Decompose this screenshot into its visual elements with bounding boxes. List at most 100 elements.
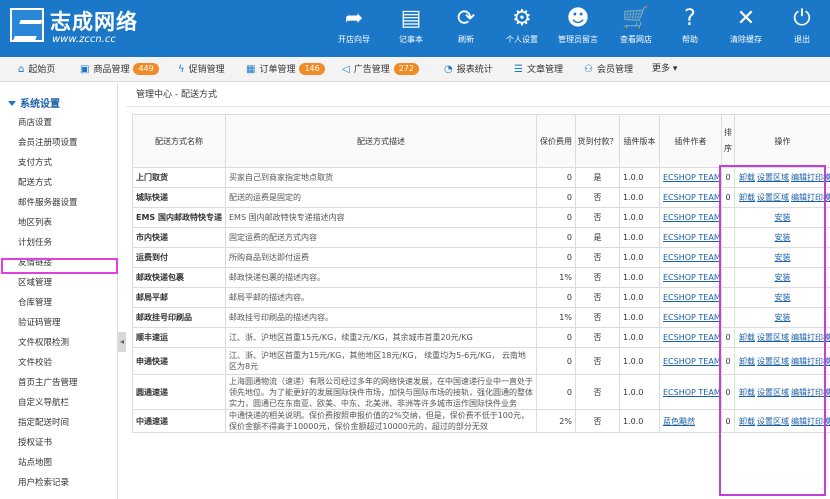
shipping-desc[interactable]: 邮政快递包裹的描述内容。: [225, 267, 537, 288]
insure-fee[interactable]: 1%: [536, 267, 576, 288]
sidebar-item[interactable]: 文件校验: [18, 356, 52, 368]
cod-flag: 否: [575, 247, 620, 268]
plugin-author-link[interactable]: ECSHOP TEAM: [659, 374, 722, 410]
shipping-desc[interactable]: 上海圆通物流（速递）有限公司经过多年的网络快速发展，在中国速递行业中一直处于领先…: [225, 374, 537, 410]
plugin-author-link[interactable]: ECSHOP TEAM: [659, 187, 722, 208]
plugin-author-link[interactable]: ECSHOP TEAM: [659, 347, 722, 375]
arrow-share-icon: ➦: [344, 6, 364, 31]
sidebar-item[interactable]: 指定配送时间: [18, 416, 69, 428]
sidebar-item[interactable]: 文件权限检测: [18, 336, 69, 348]
toolbar-button-3[interactable]: ⟳ 刷新: [440, 0, 492, 57]
plugin-author-link[interactable]: ECSHOP TEAM: [659, 287, 722, 308]
insure-fee[interactable]: 0: [536, 347, 576, 375]
toolbar-label: 刷新: [458, 35, 474, 44]
plugin-author-link[interactable]: ECSHOP TEAM: [659, 207, 722, 228]
plugin-author-link[interactable]: ECSHOP TEAM: [659, 307, 722, 328]
toolbar-button-4[interactable]: ⚙ 个人设置: [496, 0, 548, 57]
logo: 志成网络 www.zccn.cc: [6, 4, 166, 50]
shipping-desc[interactable]: 所购商品到达即付运费: [225, 247, 537, 268]
plugin-version: 1.0.0: [619, 287, 660, 308]
nav-item-8[interactable]: ⚇ 会员管理: [584, 57, 633, 82]
plugin-author-link[interactable]: ECSHOP TEAM: [659, 167, 722, 188]
nav-item-2[interactable]: ▣ 商品管理 449: [80, 57, 159, 82]
sidebar-item[interactable]: 配送方式: [18, 176, 52, 188]
insure-fee[interactable]: 0: [536, 287, 576, 308]
count-badge: 146: [299, 63, 325, 75]
plugin-version: 1.0.0: [619, 207, 660, 228]
help-icon: ?: [684, 6, 696, 31]
plugin-author-link[interactable]: ECSHOP TEAM: [659, 227, 722, 248]
home-icon: ⌂: [18, 64, 25, 75]
shipping-name: 城际快递: [132, 187, 226, 208]
shipping-desc[interactable]: 买家自己到商家指定地点取货: [225, 167, 537, 188]
insure-fee[interactable]: 0: [536, 187, 576, 208]
insure-fee[interactable]: 0: [536, 247, 576, 268]
logo-name: 志成网络: [50, 9, 138, 34]
sidebar-item[interactable]: 首页主广告管理: [18, 376, 78, 388]
shipping-desc[interactable]: 配送的运费是固定的: [225, 187, 537, 208]
toolbar-button-8[interactable]: ✕ 清除缓存: [720, 0, 772, 57]
toolbar-button-1[interactable]: ➦ 开店向导: [328, 0, 380, 57]
insure-fee[interactable]: 0: [536, 227, 576, 248]
shipping-desc[interactable]: 邮局平邮的描述内容。: [225, 287, 537, 308]
plugin-author-link[interactable]: 蓝色黯然: [659, 409, 722, 433]
shipping-desc[interactable]: 中通快递的相关说明。保价费按照申报价值的2%交纳，但是，保价费不低于100元，保…: [225, 409, 537, 433]
shipping-desc[interactable]: 固定运费的配送方式内容: [225, 227, 537, 248]
nav-item-9[interactable]: 更多 ▾: [652, 57, 677, 82]
breadcrumb-home[interactable]: 管理中心: [136, 90, 172, 100]
shipping-desc[interactable]: 江、浙、沪地区首重15元/KG，续重2元/KG，其余城市首重20元/KG: [225, 327, 537, 348]
sidebar-item[interactable]: 站点地图: [18, 456, 52, 468]
sidebar-item[interactable]: 用户检索记录: [18, 476, 69, 488]
sidebar-item[interactable]: 会员注册项设置: [18, 136, 78, 148]
insure-fee[interactable]: 1%: [536, 307, 576, 328]
nav-item-3[interactable]: ϟ 促销管理: [178, 57, 225, 82]
nav-item-5[interactable]: ◁ 广告管理 272: [342, 57, 419, 82]
cod-flag: 否: [575, 307, 620, 328]
toolbar-label: 清除缓存: [730, 35, 762, 44]
insure-fee[interactable]: 2%: [536, 409, 576, 433]
toolbar-button-7[interactable]: ? 帮助: [664, 0, 716, 57]
sidebar-item[interactable]: 地区列表: [18, 216, 52, 228]
insure-fee[interactable]: 0: [536, 374, 576, 410]
cod-flag: 是: [575, 167, 620, 188]
column-header: 货到付款？: [575, 114, 620, 168]
plugin-version: 1.0.0: [619, 267, 660, 288]
cod-flag: 否: [575, 327, 620, 348]
nav-item-6[interactable]: ◔ 报表统计: [444, 57, 493, 82]
plugin-author-link[interactable]: ECSHOP TEAM: [659, 267, 722, 288]
shipping-desc[interactable]: 邮政挂号印刷品的描述内容。: [225, 307, 537, 328]
sidebar-item[interactable]: 计划任务: [18, 236, 52, 248]
refresh-icon: ⟳: [456, 6, 476, 31]
insure-fee[interactable]: 0: [536, 167, 576, 188]
sidebar-item[interactable]: 支付方式: [18, 156, 52, 168]
sidebar-item[interactable]: 自定义导航栏: [18, 396, 69, 408]
order-icon: ▦: [246, 64, 256, 75]
toolbar-button-9[interactable]: ⏻ 退出: [776, 0, 828, 57]
toolbar-button-2[interactable]: ▤ 记事本: [385, 0, 437, 57]
sidebar-item[interactable]: 区域管理: [18, 276, 52, 288]
shipping-desc[interactable]: EMS 国内邮政特快专递描述内容: [225, 207, 537, 228]
sidebar-item[interactable]: 商店设置: [18, 116, 52, 128]
insure-fee[interactable]: 0: [536, 207, 576, 228]
sidebar-title[interactable]: 系统设置: [8, 95, 60, 110]
toolbar-label: 管理员留言: [558, 35, 598, 44]
nav-item-7[interactable]: ☰ 文章管理: [514, 57, 563, 82]
sidebar-item[interactable]: 邮件服务器设置: [18, 196, 78, 208]
plugin-author-link[interactable]: ECSHOP TEAM: [659, 327, 722, 348]
nav-item-4[interactable]: ▦ 订单管理 146: [246, 57, 325, 82]
toolbar-button-6[interactable]: 🛒 查看网店: [610, 0, 662, 57]
plugin-version: 1.0.0: [619, 347, 660, 375]
sidebar-item[interactable]: 仓库管理: [18, 296, 52, 308]
column-header: 保价费用: [536, 114, 576, 168]
count-badge: 449: [133, 63, 159, 75]
shipping-desc[interactable]: 江、浙、沪地区首重为15元/KG，其他地区18元/KG， 续重均为5-6元/KG…: [225, 347, 537, 375]
toolbar-button-5[interactable]: ☻ 管理员留言: [552, 0, 604, 57]
nav-item-1[interactable]: ⌂ 起始页: [18, 57, 55, 82]
shipping-name: 上门取货: [132, 167, 226, 188]
sidebar-item[interactable]: 验证码管理: [18, 316, 61, 328]
insure-fee[interactable]: 0: [536, 327, 576, 348]
nav-item-label: 文章管理: [526, 65, 563, 75]
sidebar-collapse-handle[interactable]: ◂: [118, 332, 126, 352]
sidebar-item[interactable]: 授权证书: [18, 436, 52, 448]
plugin-author-link[interactable]: ECSHOP TEAM: [659, 247, 722, 268]
